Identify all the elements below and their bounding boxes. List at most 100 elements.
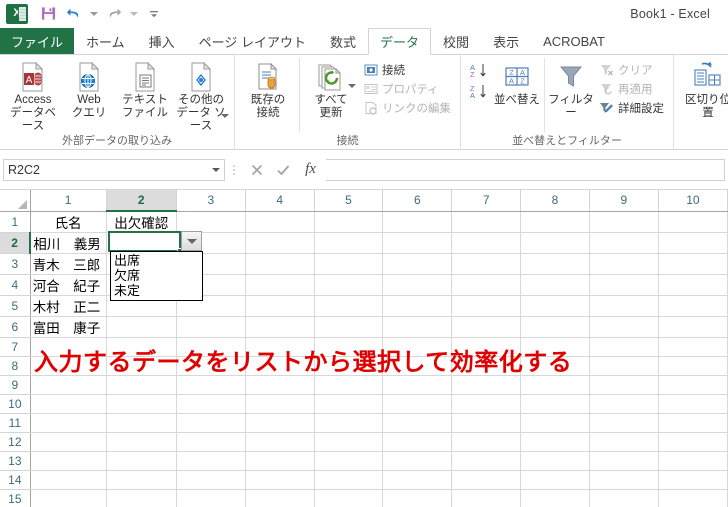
column-header-9[interactable]: 9 <box>589 190 659 212</box>
cell-R3C5[interactable] <box>314 253 384 275</box>
cell-R10C8[interactable] <box>520 394 590 414</box>
cell-R4C7[interactable] <box>451 274 522 296</box>
cell-R13C8[interactable] <box>520 451 590 471</box>
other-data-sources-dropdown-icon[interactable] <box>221 114 229 136</box>
cell-R14C10[interactable] <box>658 470 728 490</box>
cell-R12C6[interactable] <box>382 432 453 452</box>
cell-R3C9[interactable] <box>589 253 659 275</box>
cell-R14C7[interactable] <box>451 470 522 490</box>
cell-R5C5[interactable] <box>314 295 384 317</box>
cell-R3C6[interactable] <box>382 253 453 275</box>
cell-R4C4[interactable] <box>245 274 315 296</box>
column-header-3[interactable]: 3 <box>176 190 246 212</box>
cell-R14C1[interactable] <box>30 470 107 490</box>
cell-R13C1[interactable] <box>30 451 107 471</box>
existing-connections-button[interactable]: 既存の 接続 <box>240 58 296 120</box>
column-header-2[interactable]: 2 <box>106 190 177 212</box>
cell-R5C4[interactable] <box>245 295 315 317</box>
cell-R2C8[interactable] <box>520 232 590 254</box>
cell-R9C5[interactable] <box>314 375 384 395</box>
enter-icon[interactable] <box>270 159 297 181</box>
cell-R14C8[interactable] <box>520 470 590 490</box>
cell-R1C1[interactable]: 氏名 <box>30 211 107 233</box>
name-box-dropdown-icon[interactable] <box>212 167 220 172</box>
cell-R10C2[interactable] <box>106 394 177 414</box>
row-header-7[interactable]: 7 <box>0 337 31 357</box>
cell-R15C8[interactable] <box>520 489 590 507</box>
cell-R1C2[interactable]: 出欠確認 <box>106 211 177 233</box>
cell-R9C10[interactable] <box>658 375 728 395</box>
row-header-5[interactable]: 5 <box>0 295 31 317</box>
cell-R11C3[interactable] <box>176 413 246 433</box>
advanced-filter-button[interactable]: 詳細設定 <box>595 98 668 117</box>
cell-R15C4[interactable] <box>245 489 315 507</box>
cell-R12C10[interactable] <box>658 432 728 452</box>
customize-qat-icon[interactable] <box>142 3 166 25</box>
cell-R14C5[interactable] <box>314 470 384 490</box>
cell-R11C1[interactable] <box>30 413 107 433</box>
row-header-9[interactable]: 9 <box>0 375 31 395</box>
cell-R10C5[interactable] <box>314 394 384 414</box>
cell-R11C7[interactable] <box>451 413 522 433</box>
name-box[interactable]: R2C2 <box>3 158 225 181</box>
filter-button[interactable]: フィルター <box>547 58 595 120</box>
cell-R13C2[interactable] <box>106 451 177 471</box>
cell-R1C5[interactable] <box>314 211 384 233</box>
cell-R2C9[interactable] <box>589 232 659 254</box>
cell-R3C4[interactable] <box>245 253 315 275</box>
cell-R8C9[interactable] <box>589 356 659 376</box>
tab-file[interactable]: ファイル <box>0 28 75 54</box>
cell-R15C9[interactable] <box>589 489 659 507</box>
cell-R15C7[interactable] <box>451 489 522 507</box>
list-item[interactable]: 出席 <box>111 253 202 268</box>
tab-acrobat[interactable]: ACROBAT <box>531 28 617 54</box>
cell-R6C6[interactable] <box>382 316 453 338</box>
cell-R1C4[interactable] <box>245 211 315 233</box>
dropdown-arrow-icon[interactable] <box>181 231 202 251</box>
cell-R2C1[interactable]: 相川 義男 <box>30 232 107 254</box>
cell-R4C6[interactable] <box>382 274 453 296</box>
active-cell-indicator[interactable] <box>108 231 182 253</box>
save-icon[interactable] <box>36 3 60 25</box>
cell-R6C1[interactable]: 富田 康子 <box>30 316 107 338</box>
cell-R11C6[interactable] <box>382 413 453 433</box>
undo-icon[interactable] <box>62 3 86 25</box>
cell-R9C3[interactable] <box>176 375 246 395</box>
cell-R6C9[interactable] <box>589 316 659 338</box>
cell-R13C9[interactable] <box>589 451 659 471</box>
other-data-sources-button[interactable]: その他の データ ソース <box>173 58 229 136</box>
sort-ascending-button[interactable]: A Z <box>468 62 490 79</box>
cell-R2C10[interactable] <box>658 232 728 254</box>
cell-R9C1[interactable] <box>30 375 107 395</box>
list-item[interactable]: 未定 <box>111 283 202 298</box>
cell-R12C1[interactable] <box>30 432 107 452</box>
cell-R12C7[interactable] <box>451 432 522 452</box>
cell-R10C7[interactable] <box>451 394 522 414</box>
cell-R9C6[interactable] <box>382 375 453 395</box>
formula-bar-grip[interactable]: ⋮ <box>225 163 243 177</box>
cell-R9C8[interactable] <box>520 375 590 395</box>
cell-R2C4[interactable] <box>245 232 315 254</box>
row-header-8[interactable]: 8 <box>0 356 31 376</box>
cell-R15C5[interactable] <box>314 489 384 507</box>
cell-R4C10[interactable] <box>658 274 728 296</box>
row-header-12[interactable]: 12 <box>0 432 31 452</box>
cell-R13C7[interactable] <box>451 451 522 471</box>
column-header-1[interactable]: 1 <box>30 190 107 212</box>
cell-R13C5[interactable] <box>314 451 384 471</box>
cell-R7C10[interactable] <box>658 337 728 357</box>
tab-data[interactable]: データ <box>368 28 432 55</box>
cell-R2C7[interactable] <box>451 232 522 254</box>
cell-R6C10[interactable] <box>658 316 728 338</box>
tab-view[interactable]: 表示 <box>481 28 531 54</box>
cell-R11C9[interactable] <box>589 413 659 433</box>
refresh-all-dropdown-icon[interactable] <box>348 84 356 106</box>
connections-button[interactable]: 接続 <box>359 60 455 79</box>
row-header-4[interactable]: 4 <box>0 274 31 296</box>
redo-icon[interactable] <box>102 3 126 25</box>
row-header-2[interactable]: 2 <box>0 232 32 254</box>
cell-R11C4[interactable] <box>245 413 315 433</box>
cell-R5C8[interactable] <box>520 295 590 317</box>
row-header-14[interactable]: 14 <box>0 470 31 490</box>
column-header-6[interactable]: 6 <box>382 190 453 212</box>
